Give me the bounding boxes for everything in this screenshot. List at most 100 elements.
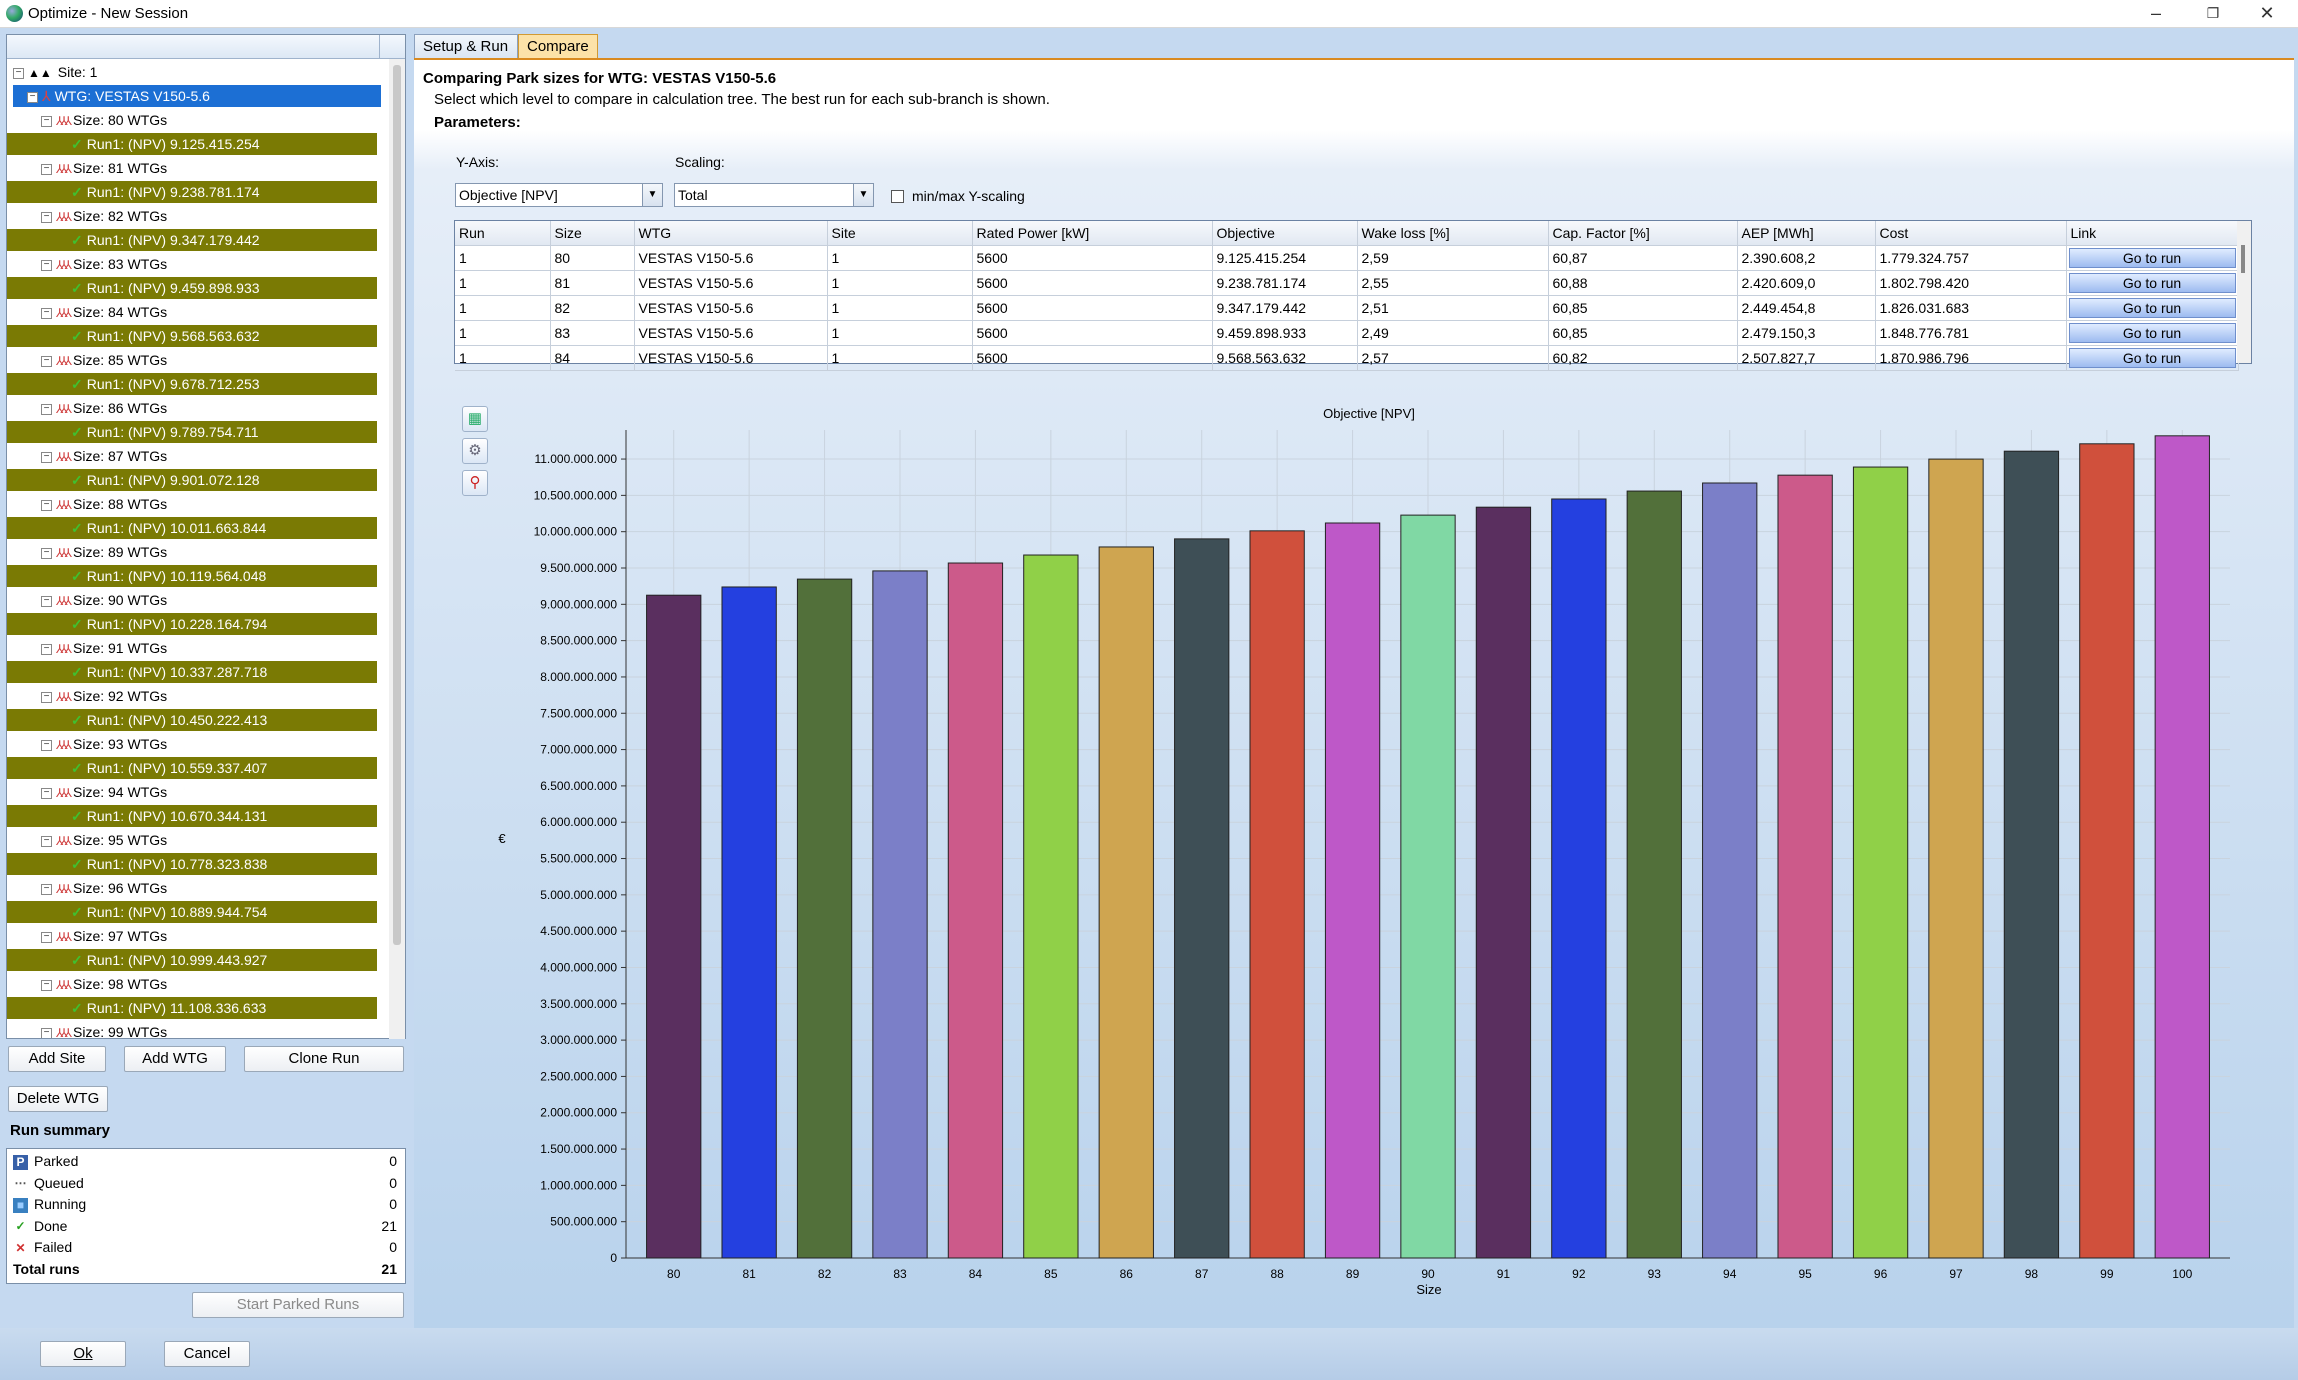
go-to-run-button[interactable]: Go to run xyxy=(2068,347,2236,368)
grid-column-header[interactable]: Wake loss [%] xyxy=(1357,221,1549,246)
collapse-icon[interactable]: − xyxy=(41,787,52,799)
grid-row[interactable]: 1 81 VESTAS V150-5.6 1 5600 9.238.781.174 2,55… xyxy=(455,270,2239,296)
tree-run-node[interactable]: ✓ Run1: (NPV) 10.337.287.718 xyxy=(7,661,377,683)
tree-scrollbar-thumb[interactable] xyxy=(393,65,401,945)
tree-run-node[interactable]: ✓ Run1: (NPV) 10.670.344.131 xyxy=(7,805,377,827)
tree-size-node[interactable]: − ⅄⅄⅄ Size: 95 WTGs xyxy=(41,829,167,851)
grid-row[interactable]: 1 80 VESTAS V150-5.6 1 5600 9.125.415.254 2,59… xyxy=(455,245,2239,271)
cancel-button[interactable]: Cancel xyxy=(164,1341,250,1367)
go-to-run-button[interactable]: Go to run xyxy=(2068,322,2236,343)
scaling-select[interactable]: Total ▼ xyxy=(674,183,874,207)
tree-site-node[interactable]: − ▲▲ Site: 1 xyxy=(13,61,97,83)
collapse-icon[interactable]: − xyxy=(41,883,52,895)
tree-run-node[interactable]: ✓ Run1: (NPV) 9.459.898.933 xyxy=(7,277,377,299)
tree-run-node[interactable]: ✓ Run1: (NPV) 9.347.179.442 xyxy=(7,229,377,251)
tree-run-node[interactable]: ✓ Run1: (NPV) 9.901.072.128 xyxy=(7,469,377,491)
collapse-icon[interactable]: − xyxy=(41,1027,52,1038)
tree-size-node[interactable]: − ⅄⅄⅄ Size: 91 WTGs xyxy=(41,637,167,659)
tree-wtg-node[interactable]: − ⅄ WTG: VESTAS V150-5.6 xyxy=(13,85,381,107)
collapse-icon[interactable]: − xyxy=(41,115,52,127)
add-wtg-button[interactable]: Add WTG xyxy=(124,1046,226,1072)
collapse-icon[interactable]: − xyxy=(41,307,52,319)
collapse-icon[interactable]: − xyxy=(41,163,52,175)
tree-size-node[interactable]: − ⅄⅄⅄ Size: 82 WTGs xyxy=(41,205,167,227)
grid-column-header[interactable]: Link xyxy=(2066,221,2239,246)
tree-run-node[interactable]: ✓ Run1: (NPV) 10.999.443.927 xyxy=(7,949,377,971)
start-parked-runs-button[interactable]: Start Parked Runs xyxy=(192,1292,404,1318)
tab-compare[interactable]: Compare xyxy=(518,34,598,60)
go-to-run-button[interactable]: Go to run xyxy=(2068,297,2236,318)
tree-run-node[interactable]: ✓ Run1: (NPV) 9.568.563.632 xyxy=(7,325,377,347)
grid-row[interactable]: 1 84 VESTAS V150-5.6 1 5600 9.568.563.632 2,57… xyxy=(455,345,2239,371)
tree-run-node[interactable]: ✓ Run1: (NPV) 10.011.663.844 xyxy=(7,517,377,539)
grid-column-header[interactable]: AEP [MWh] xyxy=(1737,221,1876,246)
delete-wtg-button[interactable]: Delete WTG xyxy=(8,1086,108,1112)
grid-column-header[interactable]: Size xyxy=(550,221,635,246)
grid-column-header[interactable]: Run xyxy=(455,221,551,246)
collapse-icon[interactable]: − xyxy=(41,259,52,271)
tree-size-node[interactable]: − ⅄⅄⅄ Size: 87 WTGs xyxy=(41,445,167,467)
tree-size-node[interactable]: − ⅄⅄⅄ Size: 97 WTGs xyxy=(41,925,167,947)
collapse-icon[interactable]: − xyxy=(41,643,52,655)
tree-run-node[interactable]: ✓ Run1: (NPV) 10.889.944.754 xyxy=(7,901,377,923)
tree-size-node[interactable]: − ⅄⅄⅄ Size: 86 WTGs xyxy=(41,397,167,419)
tree-size-node[interactable]: − ⅄⅄⅄ Size: 90 WTGs xyxy=(41,589,167,611)
grid-column-header[interactable]: Site xyxy=(827,221,973,246)
tree-size-node[interactable]: − ⅄⅄⅄ Size: 93 WTGs xyxy=(41,733,167,755)
grid-column-header[interactable]: WTG xyxy=(634,221,828,246)
tree-size-node[interactable]: − ⅄⅄⅄ Size: 84 WTGs xyxy=(41,301,167,323)
y-axis-select[interactable]: Objective [NPV] ▼ xyxy=(455,183,663,207)
minimize-button[interactable]: – xyxy=(2133,0,2179,28)
tree-run-node[interactable]: ✓ Run1: (NPV) 10.778.323.838 xyxy=(7,853,377,875)
tree-run-node[interactable]: ✓ Run1: (NPV) 10.450.222.413 xyxy=(7,709,377,731)
tree-size-node[interactable]: − ⅄⅄⅄ Size: 99 WTGs xyxy=(41,1021,167,1038)
tree-size-node[interactable]: − ⅄⅄⅄ Size: 92 WTGs xyxy=(41,685,167,707)
tree-run-node[interactable]: ✓ Run1: (NPV) 10.228.164.794 xyxy=(7,613,377,635)
restore-button[interactable]: ❐ xyxy=(2190,0,2236,28)
close-button[interactable]: ✕ xyxy=(2244,0,2290,28)
tree-size-node[interactable]: − ⅄⅄⅄ Size: 81 WTGs xyxy=(41,157,167,179)
collapse-icon[interactable]: − xyxy=(41,403,52,415)
grid-scrollbar-thumb[interactable] xyxy=(2241,245,2245,273)
collapse-icon[interactable]: − xyxy=(41,979,52,991)
tree-size-node[interactable]: − ⅄⅄⅄ Size: 80 WTGs xyxy=(41,109,167,131)
tree-size-node[interactable]: − ⅄⅄⅄ Size: 98 WTGs xyxy=(41,973,167,995)
tree-run-node[interactable]: ✓ Run1: (NPV) 10.559.337.407 xyxy=(7,757,377,779)
collapse-icon[interactable]: − xyxy=(41,499,52,511)
collapse-icon[interactable]: − xyxy=(41,211,52,223)
compare-grid[interactable]: Run Size WTG Site Rated Power [kW] Objective W… xyxy=(454,220,2252,371)
collapse-icon[interactable]: − xyxy=(41,595,52,607)
collapse-icon[interactable]: − xyxy=(13,67,24,79)
collapse-icon[interactable]: − xyxy=(41,931,52,943)
grid-column-header[interactable]: Cap. Factor [%] xyxy=(1548,221,1738,246)
tree-size-node[interactable]: − ⅄⅄⅄ Size: 96 WTGs xyxy=(41,877,167,899)
grid-column-header[interactable]: Cost xyxy=(1875,221,2067,246)
collapse-icon[interactable]: − xyxy=(27,91,38,103)
collapse-icon[interactable]: − xyxy=(41,355,52,367)
collapse-icon[interactable]: − xyxy=(41,835,52,847)
grid-scrollbar[interactable] xyxy=(2237,221,2251,363)
calculation-tree[interactable]: − ▲▲ Site: 1− ⅄ WTG: VESTAS V150-5.6− ⅄⅄⅄ Size… xyxy=(7,61,387,1038)
tree-size-node[interactable]: − ⅄⅄⅄ Size: 83 WTGs xyxy=(41,253,167,275)
grid-row[interactable]: 1 83 VESTAS V150-5.6 1 5600 9.459.898.933 2,49… xyxy=(455,320,2239,346)
tree-run-node[interactable]: ✓ Run1: (NPV) 10.119.564.048 xyxy=(7,565,377,587)
grid-row[interactable]: 1 82 VESTAS V150-5.6 1 5600 9.347.179.442 2,51… xyxy=(455,295,2239,321)
tree-run-node[interactable]: ✓ Run1: (NPV) 9.125.415.254 xyxy=(7,133,377,155)
tree-run-node[interactable]: ✓ Run1: (NPV) 9.678.712.253 xyxy=(7,373,377,395)
go-to-run-button[interactable]: Go to run xyxy=(2068,272,2236,293)
collapse-icon[interactable]: − xyxy=(41,691,52,703)
grid-column-header[interactable]: Objective xyxy=(1212,221,1358,246)
tree-size-node[interactable]: − ⅄⅄⅄ Size: 85 WTGs xyxy=(41,349,167,371)
clone-run-button[interactable]: Clone Run xyxy=(244,1046,404,1072)
tab-setup-run[interactable]: Setup & Run xyxy=(414,34,518,60)
grid-column-header[interactable]: Rated Power [kW] xyxy=(972,221,1213,246)
tree-size-node[interactable]: − ⅄⅄⅄ Size: 94 WTGs xyxy=(41,781,167,803)
collapse-icon[interactable]: − xyxy=(41,739,52,751)
minmax-checkbox[interactable] xyxy=(891,190,904,203)
collapse-icon[interactable]: − xyxy=(41,451,52,463)
tree-run-node[interactable]: ✓ Run1: (NPV) 11.108.336.633 xyxy=(7,997,377,1019)
tree-run-node[interactable]: ✓ Run1: (NPV) 9.789.754.711 xyxy=(7,421,377,443)
chevron-down-icon[interactable]: ▼ xyxy=(642,184,662,206)
chevron-down-icon[interactable]: ▼ xyxy=(853,184,873,206)
collapse-icon[interactable]: − xyxy=(41,547,52,559)
